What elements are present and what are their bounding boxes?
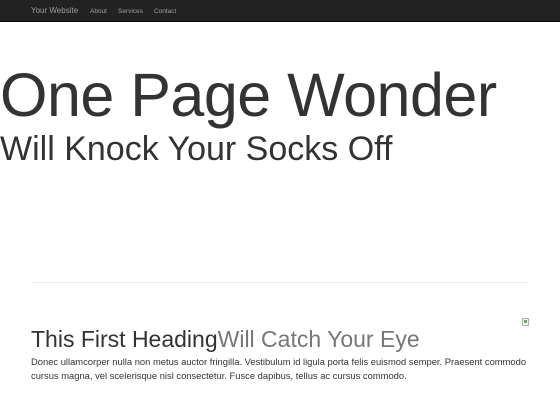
top-navbar: Your Website About Services Contact (0, 0, 560, 22)
brand-link[interactable]: Your Website (31, 0, 78, 22)
nav-item-contact[interactable]: Contact (154, 8, 176, 15)
featurette-heading: This First HeadingWill Catch Your Eye (31, 325, 420, 353)
hero-subtitle: Will Knock Your Socks Off (0, 130, 393, 168)
hero-title: One Page Wonder (0, 61, 497, 129)
featurette-lead: Donec ullamcorper nulla non metus auctor… (31, 356, 527, 381)
featurette-heading-main: This First Heading (31, 326, 218, 352)
section-divider (31, 282, 529, 283)
nav-item-services[interactable]: Services (118, 8, 143, 15)
featurette-heading-muted: Will Catch Your Eye (217, 326, 420, 352)
nav-item-about[interactable]: About (90, 8, 107, 15)
broken-image-icon (522, 318, 529, 326)
nav-menu: About Services Contact (90, 0, 187, 22)
